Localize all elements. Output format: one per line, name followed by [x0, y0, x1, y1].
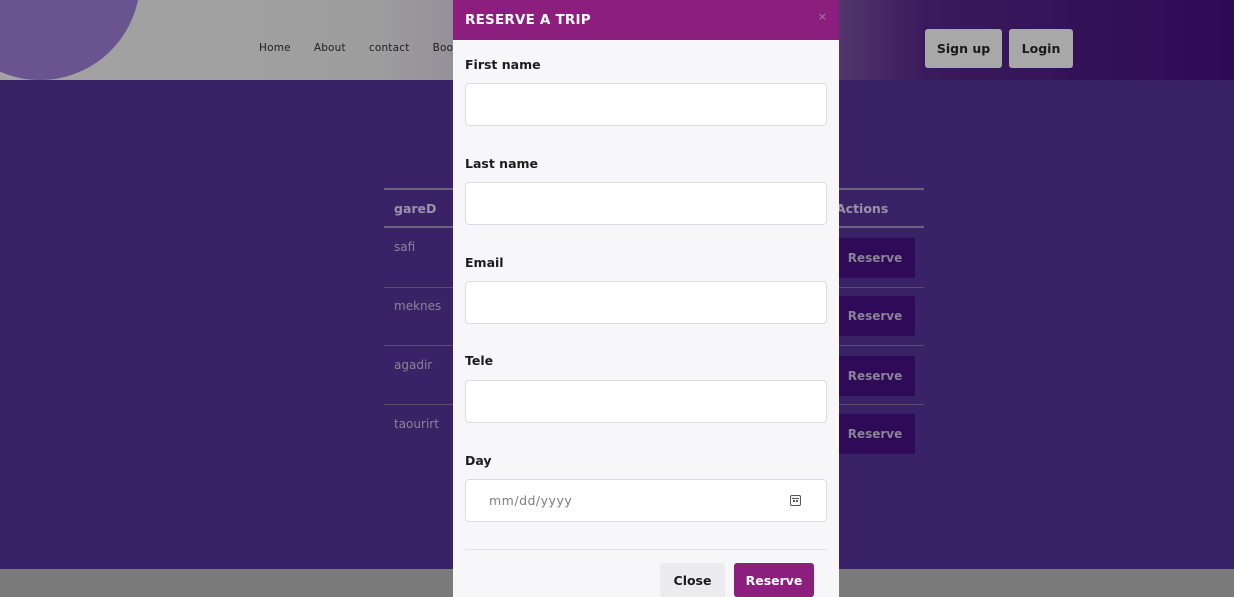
- row-reserve-button[interactable]: Reserve: [835, 356, 915, 396]
- nav-link-about[interactable]: About: [314, 42, 346, 54]
- day-label: Day: [465, 453, 492, 468]
- table-cell-station: agadir: [394, 358, 433, 372]
- row-reserve-button[interactable]: Reserve: [835, 238, 915, 278]
- table-cell-station: taourirt: [394, 417, 439, 431]
- email-input[interactable]: [465, 281, 827, 324]
- reserve-button[interactable]: Reserve: [734, 563, 814, 597]
- modal-title: RESERVE A TRIP: [465, 12, 591, 28]
- login-button[interactable]: Login: [1009, 29, 1073, 68]
- reserve-trip-modal: RESERVE A TRIP × First name Last name Em…: [453, 0, 839, 597]
- header-station: gareD: [394, 201, 437, 216]
- modal-header: RESERVE A TRIP ×: [453, 0, 839, 40]
- table-cell-station: safi: [394, 240, 416, 254]
- last-name-input[interactable]: [465, 182, 827, 225]
- last-name-label: Last name: [465, 156, 539, 171]
- header-actions: Actions: [836, 201, 889, 216]
- nav-link-home[interactable]: Home: [259, 42, 291, 54]
- day-date-input[interactable]: mm/dd/yyyy: [465, 479, 827, 522]
- nav-links: Home About contact Book: [259, 42, 483, 54]
- row-reserve-button[interactable]: Reserve: [835, 296, 915, 336]
- modal-footer-divider: [465, 549, 827, 550]
- date-placeholder: mm/dd/yyyy: [489, 493, 573, 508]
- tele-label: Tele: [465, 353, 494, 368]
- first-name-label: First name: [465, 57, 541, 72]
- row-reserve-button[interactable]: Reserve: [835, 414, 915, 454]
- close-button[interactable]: Close: [660, 563, 725, 597]
- tele-input[interactable]: [465, 380, 827, 423]
- first-name-input[interactable]: [465, 83, 827, 126]
- nav-decor-circle: [0, 0, 140, 80]
- nav-link-contact[interactable]: contact: [369, 42, 410, 54]
- table-cell-station: meknes: [394, 299, 442, 313]
- signup-button[interactable]: Sign up: [925, 29, 1002, 68]
- email-label: Email: [465, 255, 504, 270]
- close-icon[interactable]: ×: [818, 10, 827, 23]
- calendar-icon[interactable]: [790, 495, 801, 506]
